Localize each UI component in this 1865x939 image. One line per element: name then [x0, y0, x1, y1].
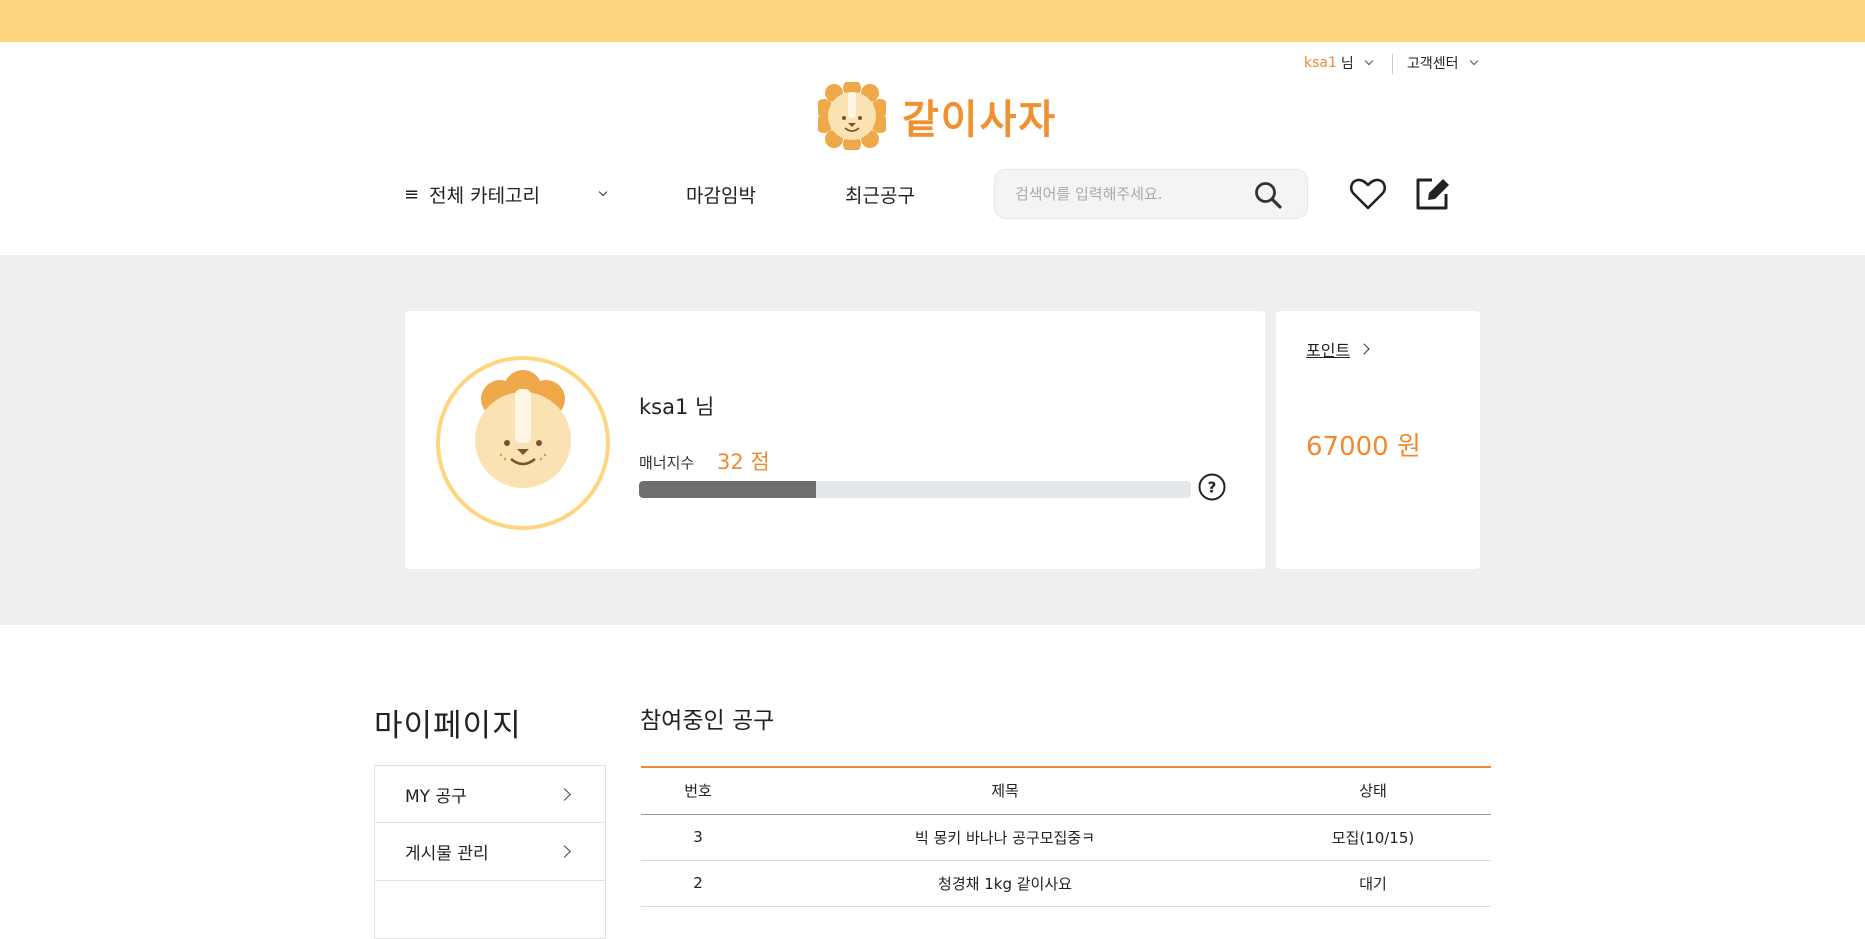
- question-icon[interactable]: ?: [1197, 472, 1227, 502]
- column-header-no: 번호: [684, 782, 712, 801]
- point-card: 포인트 67000 원: [1276, 311, 1480, 569]
- manner-score: 32 점: [717, 450, 770, 474]
- table-row[interactable]: 2 청경채 1kg 같이사요 대기: [641, 860, 1491, 907]
- profile-card: ksa1 님 매너지수 32 점 ?: [405, 311, 1265, 569]
- row-no: 2: [641, 860, 755, 907]
- side-item-label: MY 공구: [405, 786, 467, 807]
- search-box: [994, 169, 1308, 219]
- all-categories-label: 전체 카테고리: [429, 184, 541, 207]
- search-icon[interactable]: [1253, 180, 1283, 210]
- nav-recent[interactable]: 최근공구: [845, 176, 915, 212]
- logo-text: 같이사자: [902, 97, 1058, 143]
- point-link[interactable]: 포인트: [1306, 337, 1370, 361]
- nav-deadline[interactable]: 마감임박: [686, 176, 756, 212]
- chevron-down-icon: [1364, 56, 1374, 66]
- all-categories-menu[interactable]: ≡ 전체 카테고리: [404, 176, 610, 212]
- customer-center-menu[interactable]: 고객센터: [1407, 52, 1478, 74]
- user-id: ksa1: [1304, 55, 1337, 71]
- chevron-down-icon: [1469, 56, 1478, 66]
- chevron-right-icon: [558, 787, 571, 801]
- heart-icon[interactable]: [1348, 174, 1388, 214]
- point-link-label: 포인트: [1306, 341, 1351, 360]
- manner-progress-bar: [639, 481, 1191, 498]
- top-banner: [0, 0, 1865, 42]
- table-header-row: 번호 제목 상태: [641, 767, 1491, 814]
- participating-table: 번호 제목 상태 3 빅 몽키 바나나 공구모집중ㅋ 모집(10/15) 2 청…: [641, 766, 1491, 907]
- lion-logo-icon: [818, 82, 886, 150]
- side-item-my-group-buy[interactable]: MY 공구: [374, 765, 606, 823]
- manner-label: 매너지수: [639, 454, 695, 472]
- mypage-side-menu: MY 공구 게시물 관리: [374, 765, 606, 939]
- user-menu[interactable]: ksa1 님: [1304, 52, 1374, 74]
- lion-avatar-icon: [436, 356, 610, 530]
- edit-icon[interactable]: [1412, 174, 1452, 214]
- chevron-right-icon: [558, 845, 571, 858]
- row-status: 대기: [1255, 860, 1491, 907]
- row-no: 3: [641, 814, 755, 861]
- search-input[interactable]: [1015, 185, 1245, 203]
- side-item-label: 게시물 관리: [405, 844, 489, 864]
- row-title[interactable]: 빅 몽키 바나나 공구모집중ㅋ: [755, 814, 1255, 861]
- manner-progress-fill: [639, 481, 816, 498]
- column-header-status: 상태: [1359, 782, 1387, 801]
- column-header-title: 제목: [991, 782, 1019, 801]
- user-suffix: 님: [1340, 56, 1354, 72]
- svg-text:?: ?: [1208, 479, 1217, 497]
- mypage-title: 마이페이지: [374, 708, 522, 744]
- hamburger-icon: ≡: [404, 183, 420, 205]
- row-title[interactable]: 청경채 1kg 같이사요: [755, 860, 1255, 907]
- section-title: 참여중인 공구: [640, 708, 775, 734]
- profile-name: ksa1 님: [639, 395, 715, 419]
- side-item-post-management[interactable]: 게시물 관리: [374, 823, 606, 881]
- customer-center-label: 고객센터: [1407, 56, 1459, 72]
- side-item-more[interactable]: [374, 881, 606, 939]
- util-divider: [1392, 54, 1393, 74]
- logo[interactable]: 같이사자: [818, 82, 1057, 150]
- chevron-down-icon: [598, 187, 608, 197]
- chevron-right-icon: [1358, 343, 1370, 355]
- point-value: 67000 원: [1306, 432, 1421, 462]
- row-status: 모집(10/15): [1255, 814, 1491, 861]
- table-row[interactable]: 3 빅 몽키 바나나 공구모집중ㅋ 모집(10/15): [641, 814, 1491, 861]
